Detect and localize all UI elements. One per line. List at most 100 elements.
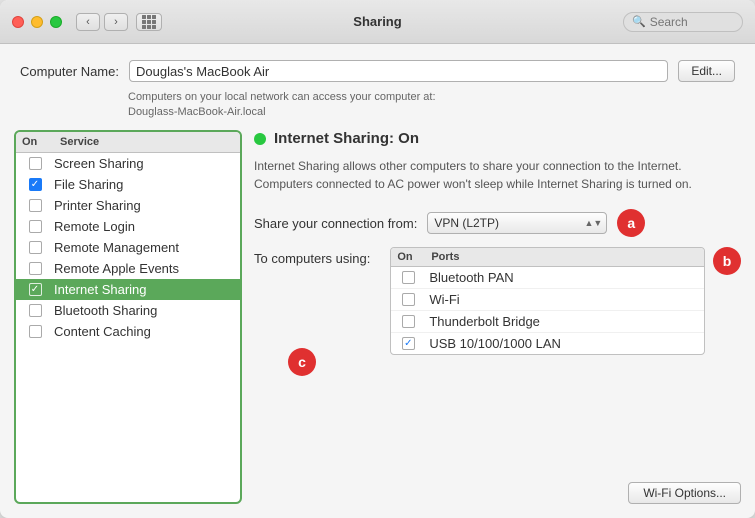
minimize-button[interactable]: [31, 16, 43, 28]
port-checkbox[interactable]: [402, 271, 415, 284]
checkbox-cell[interactable]: [16, 241, 54, 254]
service-name: Screen Sharing: [54, 156, 240, 171]
grid-view-button[interactable]: [136, 13, 162, 31]
list-item[interactable]: Remote Management: [16, 237, 240, 258]
service-name: Remote Apple Events: [54, 261, 240, 276]
port-item[interactable]: Wi-Fi: [391, 289, 704, 311]
list-item[interactable]: Screen Sharing: [16, 153, 240, 174]
header-on: On: [16, 136, 54, 148]
service-header: On Service: [16, 132, 240, 153]
port-checkbox[interactable]: ✓: [402, 337, 415, 350]
service-list: On Service Screen Sharing ✓ File Sharing: [14, 130, 242, 504]
port-checkbox[interactable]: [402, 315, 415, 328]
service-checkbox[interactable]: ✓: [29, 178, 42, 191]
service-checkbox[interactable]: [29, 325, 42, 338]
service-items: Screen Sharing ✓ File Sharing Printer Sh…: [16, 153, 240, 502]
checkbox-cell[interactable]: [16, 220, 54, 233]
traffic-lights: [12, 16, 62, 28]
ports-header: On Ports: [391, 248, 704, 267]
right-panel: Internet Sharing: On Internet Sharing al…: [254, 130, 741, 504]
computer-name-input[interactable]: [129, 60, 668, 82]
service-name: Remote Management: [54, 240, 240, 255]
port-checkbox-cell[interactable]: [391, 271, 425, 284]
port-checkbox[interactable]: [402, 293, 415, 306]
back-button[interactable]: ‹: [76, 13, 100, 31]
service-name: Content Caching: [54, 324, 240, 339]
header-service: Service: [54, 136, 240, 148]
list-item[interactable]: Bluetooth Sharing: [16, 300, 240, 321]
checkbox-cell[interactable]: ✓: [16, 178, 54, 191]
sharing-window: ‹ › Sharing 🔍 Computer Name: Edit...: [0, 0, 755, 518]
wifi-options-row: Wi-Fi Options...: [254, 482, 741, 504]
list-item[interactable]: ✓ Internet Sharing: [16, 279, 240, 300]
service-checkbox[interactable]: [29, 220, 42, 233]
list-item[interactable]: Remote Apple Events: [16, 258, 240, 279]
service-checkbox[interactable]: [29, 262, 42, 275]
service-name: Bluetooth Sharing: [54, 303, 240, 318]
port-name: Bluetooth PAN: [425, 270, 704, 285]
computer-name-sub-row: Computers on your local network can acce…: [20, 88, 735, 118]
status-description: Internet Sharing allows other computers …: [254, 157, 741, 193]
computer-name-row: Computer Name: Edit...: [20, 60, 735, 82]
titlebar: ‹ › Sharing 🔍: [0, 0, 755, 44]
service-checkbox[interactable]: [29, 199, 42, 212]
close-button[interactable]: [12, 16, 24, 28]
annotation-c-wrapper: c: [288, 348, 316, 376]
annotation-b: b: [713, 247, 741, 275]
wifi-options-button[interactable]: Wi-Fi Options...: [628, 482, 741, 504]
computer-name-sublabels: Computers on your local network can acce…: [20, 88, 436, 118]
window-title: Sharing: [353, 14, 401, 29]
port-name: Wi-Fi: [425, 292, 704, 307]
computer-name-label: Computer Name:: [20, 64, 119, 79]
search-bar[interactable]: 🔍: [623, 12, 743, 32]
annotation-a: a: [617, 209, 645, 237]
port-name: Thunderbolt Bridge: [425, 314, 704, 329]
list-item[interactable]: Printer Sharing: [16, 195, 240, 216]
grid-icon: [142, 15, 156, 29]
port-checkbox-cell[interactable]: [391, 315, 425, 328]
service-checkbox[interactable]: [29, 241, 42, 254]
ports-table: On Ports Bluetooth PAN: [390, 247, 705, 355]
computer-name-sublabel: Computers on your local network can acce…: [20, 91, 436, 103]
checkbox-cell[interactable]: [16, 199, 54, 212]
fullscreen-button[interactable]: [50, 16, 62, 28]
search-input[interactable]: [650, 15, 730, 29]
computer-name-local: Douglass-MacBook-Air.local: [20, 106, 266, 118]
checkbox-cell[interactable]: ✓: [16, 283, 54, 296]
share-from-label: Share your connection from:: [254, 216, 417, 231]
list-item[interactable]: Content Caching: [16, 321, 240, 342]
main-content: On Service Screen Sharing ✓ File Sharing: [0, 130, 755, 518]
annotation-c: c: [288, 348, 316, 376]
port-item[interactable]: ✓ USB 10/100/1000 LAN: [391, 333, 704, 354]
nav-buttons: ‹ ›: [76, 13, 162, 31]
list-item[interactable]: Remote Login: [16, 216, 240, 237]
service-name: File Sharing: [54, 177, 240, 192]
checkbox-cell[interactable]: [16, 262, 54, 275]
computer-name-section: Computer Name: Edit... Computers on your…: [0, 44, 755, 130]
vpn-select-wrapper[interactable]: VPN (L2TP) Wi-Fi Ethernet Thunderbolt Br…: [427, 212, 607, 234]
port-item[interactable]: Thunderbolt Bridge: [391, 311, 704, 333]
port-name: USB 10/100/1000 LAN: [425, 336, 704, 351]
port-checkbox-cell[interactable]: ✓: [391, 337, 425, 350]
using-section: To computers using: On Ports: [254, 247, 741, 355]
service-checkbox[interactable]: [29, 157, 42, 170]
to-computers-label: To computers using:: [254, 247, 382, 266]
service-name: Printer Sharing: [54, 198, 240, 213]
edit-button[interactable]: Edit...: [678, 60, 735, 82]
port-checkbox-cell[interactable]: [391, 293, 425, 306]
checkbox-cell[interactable]: [16, 325, 54, 338]
ports-header-on: On: [391, 251, 425, 263]
checkbox-cell[interactable]: [16, 304, 54, 317]
service-name: Internet Sharing: [54, 282, 240, 297]
list-item[interactable]: ✓ File Sharing: [16, 174, 240, 195]
service-checkbox[interactable]: [29, 304, 42, 317]
search-icon: 🔍: [632, 15, 646, 28]
ports-header-ports: Ports: [425, 251, 704, 263]
port-item[interactable]: Bluetooth PAN: [391, 267, 704, 289]
forward-button[interactable]: ›: [104, 13, 128, 31]
share-from-row: Share your connection from: VPN (L2TP) W…: [254, 209, 741, 237]
status-title: Internet Sharing: On: [274, 130, 419, 147]
checkbox-cell[interactable]: [16, 157, 54, 170]
service-checkbox[interactable]: ✓: [29, 283, 42, 296]
vpn-select[interactable]: VPN (L2TP) Wi-Fi Ethernet Thunderbolt Br…: [427, 212, 607, 234]
